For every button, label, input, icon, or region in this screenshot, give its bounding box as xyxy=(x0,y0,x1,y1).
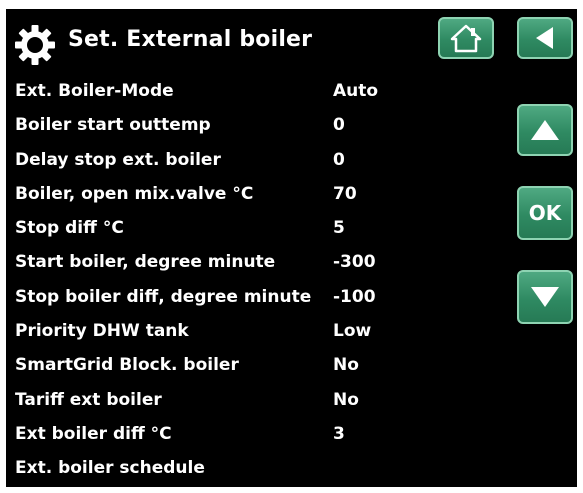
setting-value: 3 xyxy=(333,423,345,444)
setting-label: Ext. Boiler-Mode xyxy=(15,81,174,101)
setting-value: Low xyxy=(333,321,372,342)
setting-row-stop-boiler-diff[interactable]: Stop boiler diff, degree minute -100 xyxy=(15,281,455,315)
up-arrow-icon xyxy=(531,120,559,140)
setting-label: Delay stop ext. boiler xyxy=(15,149,221,170)
setting-label: Stop boiler diff, degree minute xyxy=(15,286,312,307)
down-arrow-icon xyxy=(531,287,559,307)
setting-row-open-mix-valve[interactable]: Boiler, open mix.valve °C 70 xyxy=(15,178,455,212)
setting-label: Boiler, open mix.valve °C xyxy=(15,183,254,204)
setting-row-boiler-start-outtemp[interactable]: Boiler start outtemp 0 xyxy=(15,109,455,143)
ok-button[interactable]: OK xyxy=(517,186,573,240)
setting-label: Ext boiler diff °C xyxy=(15,423,172,444)
setting-value: 0 xyxy=(333,149,345,170)
setting-value: No xyxy=(333,355,359,376)
page-title: Set. External boiler xyxy=(68,27,313,52)
setting-row-smartgrid-block[interactable]: SmartGrid Block. boiler No xyxy=(15,349,455,383)
setting-value: 70 xyxy=(333,183,357,204)
setting-label: SmartGrid Block. boiler xyxy=(15,355,239,376)
setting-value: -300 xyxy=(333,252,376,273)
setting-value: No xyxy=(333,389,359,410)
setting-value: -100 xyxy=(333,286,376,307)
setting-value: 5 xyxy=(333,218,345,239)
scroll-up-button[interactable] xyxy=(517,104,573,156)
setting-row-priority-dhw[interactable]: Priority DHW tank Low xyxy=(15,315,455,349)
setting-value: Auto xyxy=(333,81,379,101)
gear-icon xyxy=(15,25,55,65)
setting-label: Stop diff °C xyxy=(15,218,124,239)
setting-value: 0 xyxy=(333,115,345,136)
setting-row-ext-boiler-diff[interactable]: Ext boiler diff °C 3 xyxy=(15,418,455,452)
setting-label: Start boiler, degree minute xyxy=(15,252,276,273)
settings-list: Ext. Boiler-Mode Auto Boiler start outte… xyxy=(15,75,455,487)
setting-row-tariff-ext-boiler[interactable]: Tariff ext boiler No xyxy=(15,384,455,418)
home-icon xyxy=(450,24,482,53)
back-button[interactable] xyxy=(517,17,573,59)
back-arrow-icon xyxy=(536,27,553,49)
scroll-down-button[interactable] xyxy=(517,270,573,324)
setting-row-ext-boiler-schedule[interactable]: Ext. boiler schedule xyxy=(15,452,455,486)
setting-row-start-boiler-degree-minute[interactable]: Start boiler, degree minute -300 xyxy=(15,246,455,280)
setting-row-ext-boiler-mode[interactable]: Ext. Boiler-Mode Auto xyxy=(15,75,455,109)
screen: Set. External boiler OK Ext. Boiler-Mode… xyxy=(6,9,577,487)
home-button[interactable] xyxy=(438,17,494,59)
setting-label: Boiler start outtemp xyxy=(15,115,211,136)
setting-label: Priority DHW tank xyxy=(15,321,189,342)
setting-label: Tariff ext boiler xyxy=(15,389,162,410)
setting-row-delay-stop[interactable]: Delay stop ext. boiler 0 xyxy=(15,144,455,178)
header: Set. External boiler xyxy=(6,19,426,65)
setting-row-stop-diff[interactable]: Stop diff °C 5 xyxy=(15,212,455,246)
setting-label: Ext. boiler schedule xyxy=(15,458,205,479)
